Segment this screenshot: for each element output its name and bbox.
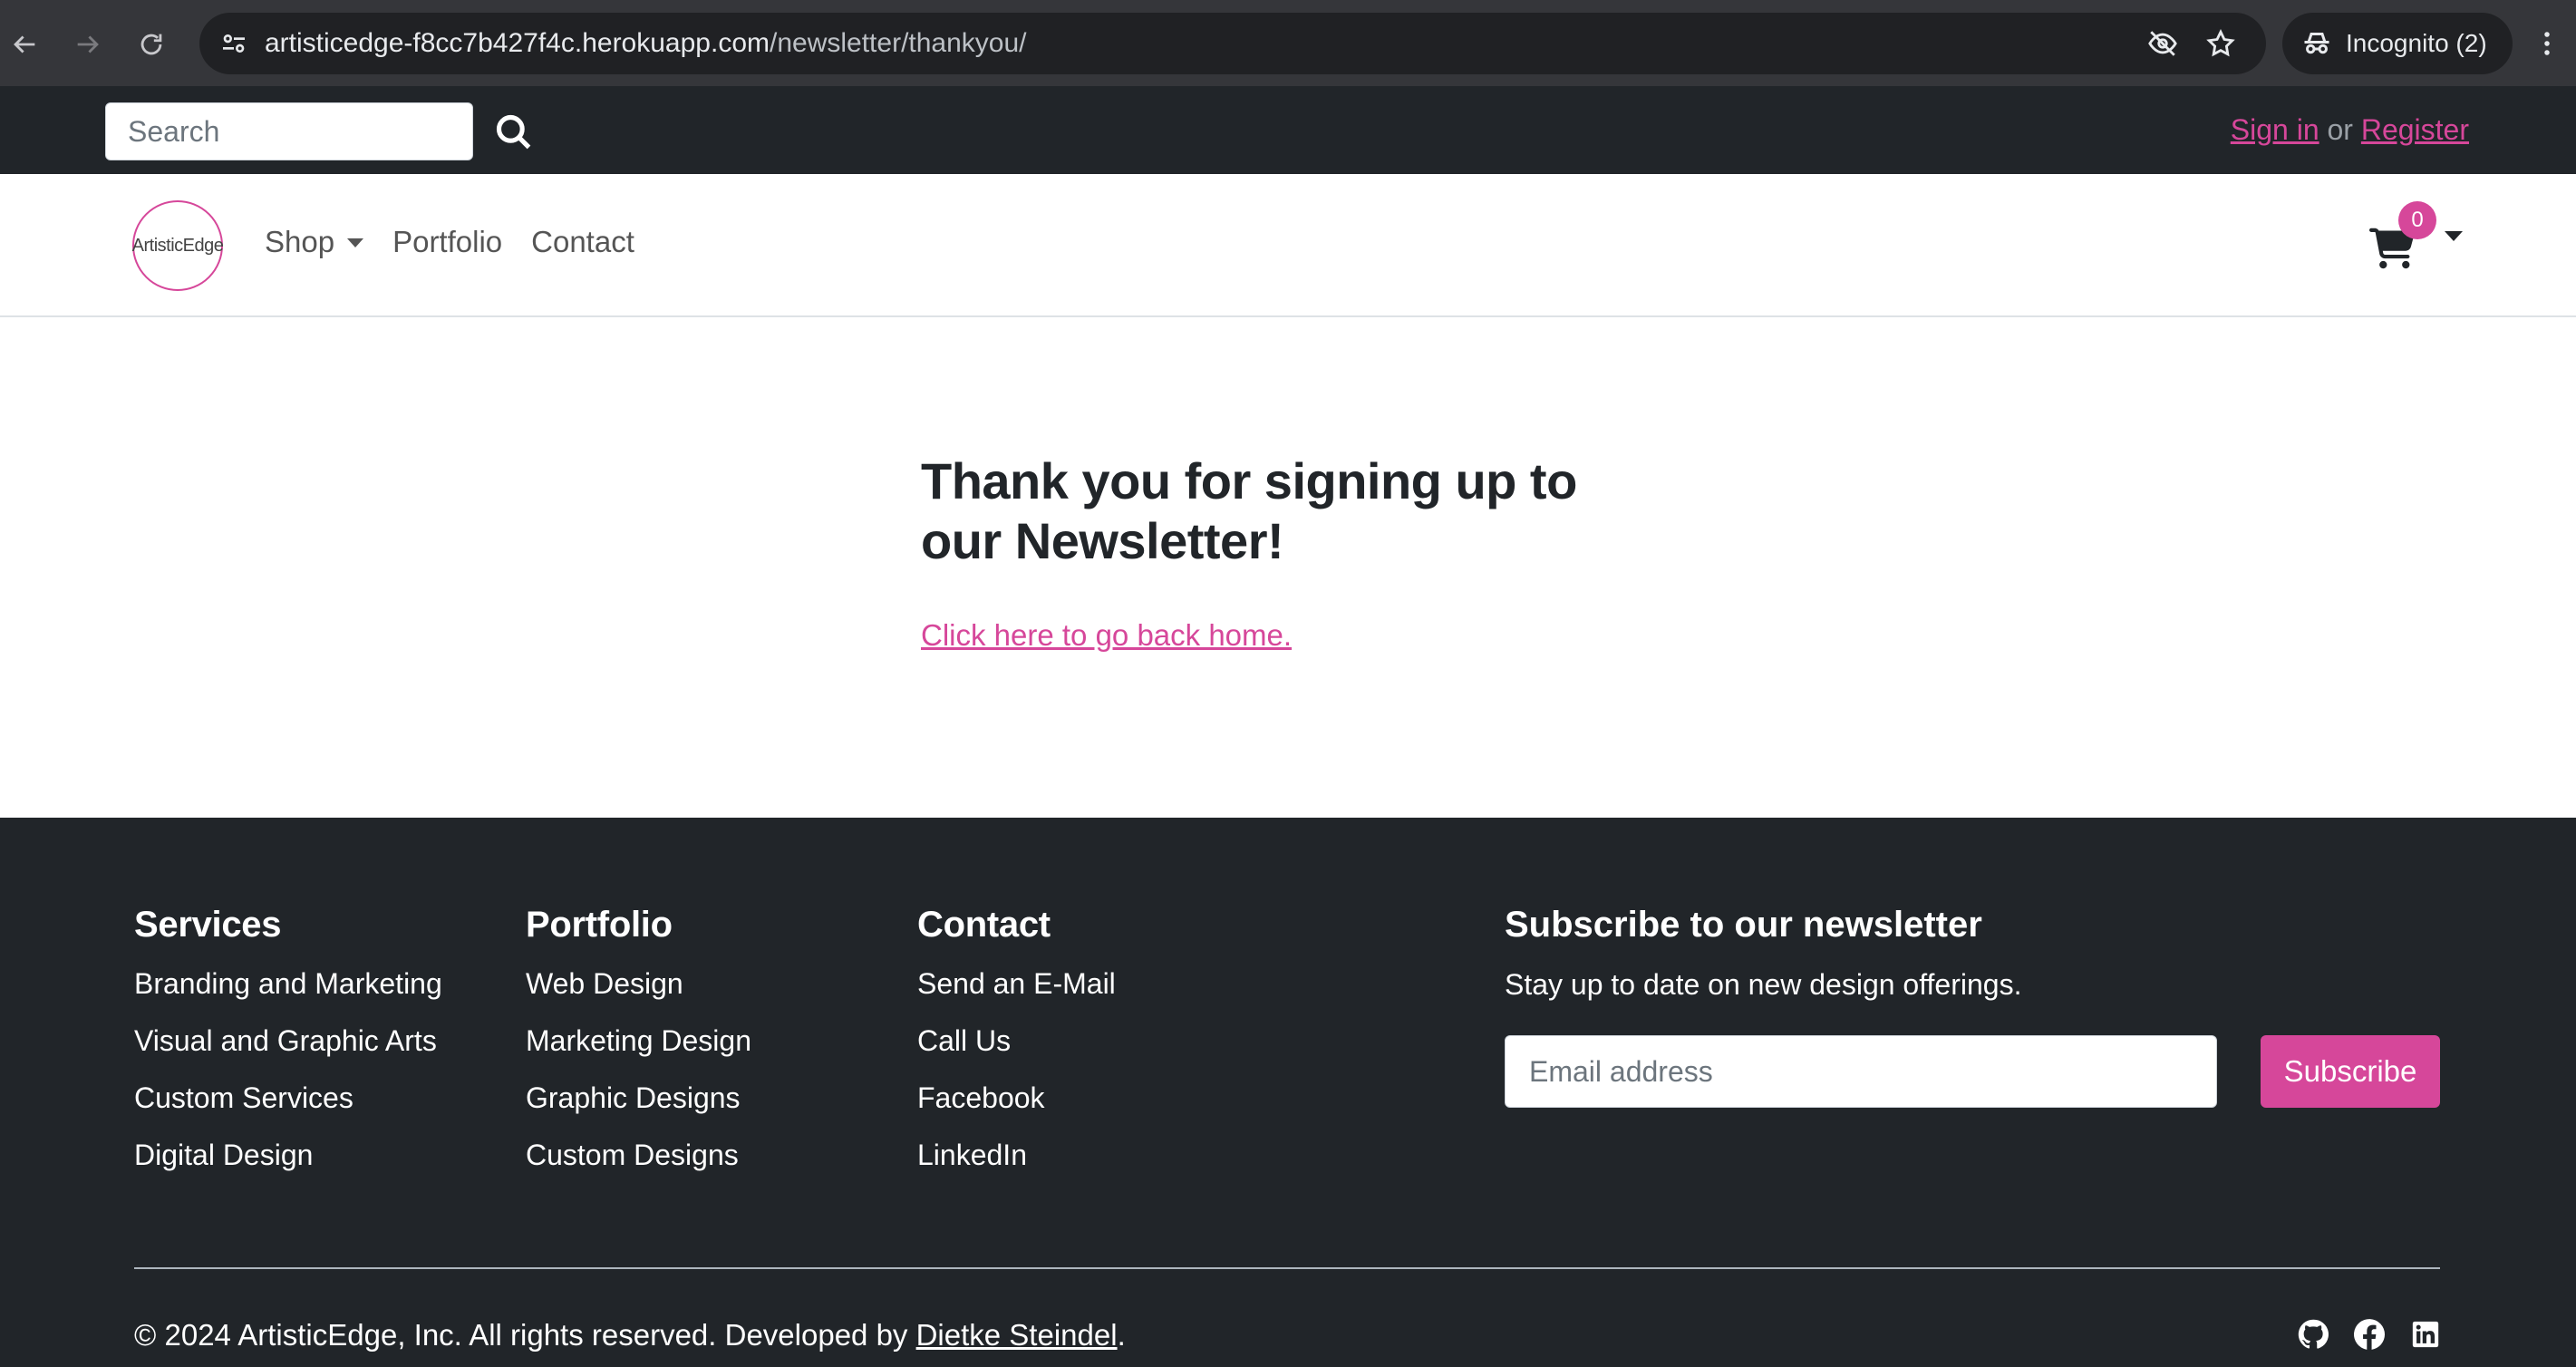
facebook-icon[interactable] <box>2353 1318 2386 1351</box>
copyright-suffix: . <box>1117 1318 1126 1352</box>
sign-in-link[interactable]: Sign in <box>2231 113 2319 146</box>
site-info-icon[interactable] <box>216 25 252 62</box>
footer-link[interactable]: Call Us <box>917 1024 1116 1058</box>
nav-item-label: Portfolio <box>392 225 503 258</box>
nav-item-shop[interactable]: Shop <box>265 225 364 259</box>
page-title: Thank you for signing up to our Newslett… <box>921 452 1577 569</box>
footer-column-title: Contact <box>917 905 1051 945</box>
top-bar: Sign in or Register <box>0 86 2576 174</box>
footer-link[interactable]: Custom Designs <box>526 1139 751 1172</box>
footer-link[interactable]: LinkedIn <box>917 1139 1116 1172</box>
chevron-down-icon <box>347 238 364 247</box>
footer-link[interactable]: Web Design <box>526 967 751 1001</box>
footer-column-contact: Contact Send an E-Mail Call Us Facebook … <box>917 905 1116 1196</box>
copyright: © 2024 ArtisticEdge, Inc. All rights res… <box>134 1318 1126 1352</box>
incognito-icon <box>2304 33 2329 54</box>
browser-toolbar: artisticedge-f8cc7b427f4c.herokuapp.com/… <box>0 0 2576 86</box>
footer-link[interactable]: Marketing Design <box>526 1024 751 1058</box>
auth-or: or <box>2319 113 2361 146</box>
url-text[interactable]: artisticedge-f8cc7b427f4c.herokuapp.com/… <box>265 28 1027 59</box>
footer-column-title: Portfolio <box>526 905 673 945</box>
cart-dropdown-icon[interactable] <box>2445 231 2463 241</box>
nav-links: Shop Portfolio Contact <box>265 225 663 259</box>
footer-divider <box>134 1267 2440 1269</box>
developer-link[interactable]: Dietke Steindel <box>916 1318 1118 1352</box>
nav-item-contact[interactable]: Contact <box>531 225 634 259</box>
footer: Services Branding and Marketing Visual a… <box>0 818 2576 1367</box>
more-icon[interactable] <box>2538 25 2556 62</box>
logo[interactable]: ArtisticEdge <box>131 200 224 291</box>
search-input[interactable] <box>105 102 473 160</box>
home-link[interactable]: Click here to go back home. <box>921 618 1292 653</box>
url-host: artisticedge-f8cc7b427f4c.herokuapp.com <box>265 28 770 58</box>
incognito-label: Incognito (2) <box>2346 29 2487 57</box>
register-link[interactable]: Register <box>2361 113 2469 146</box>
footer-link[interactable]: Custom Services <box>134 1081 442 1115</box>
address-bar[interactable]: artisticedge-f8cc7b427f4c.herokuapp.com/… <box>199 13 2266 74</box>
subscribe-button[interactable]: Subscribe <box>2261 1035 2440 1108</box>
footer-column-portfolio: Portfolio Web Design Marketing Design Gr… <box>526 905 751 1196</box>
auth-links: Sign in or Register <box>2231 113 2469 147</box>
back-icon[interactable] <box>5 25 44 63</box>
footer-link[interactable]: Digital Design <box>134 1139 442 1172</box>
logo-text: ArtisticEdge <box>131 235 224 256</box>
star-icon[interactable] <box>2203 25 2239 62</box>
footer-link[interactable]: Graphic Designs <box>526 1081 751 1115</box>
footer-column-services: Services Branding and Marketing Visual a… <box>134 905 442 1196</box>
eye-off-icon[interactable] <box>2145 25 2181 62</box>
incognito-indicator[interactable]: Incognito (2) <box>2282 13 2513 74</box>
linkedin-icon[interactable] <box>2409 1318 2442 1351</box>
newsletter-subtitle: Stay up to date on new design offerings. <box>1505 968 2022 1001</box>
nav-item-label: Shop <box>265 225 335 258</box>
search-icon[interactable] <box>489 108 538 157</box>
footer-link[interactable]: Branding and Marketing <box>134 967 442 1001</box>
cart-count-badge: 0 <box>2398 201 2436 239</box>
copyright-text: © 2024 ArtisticEdge, Inc. All rights res… <box>134 1318 916 1352</box>
footer-link[interactable]: Visual and Graphic Arts <box>134 1024 442 1058</box>
main-navbar: ArtisticEdge Shop Portfolio Contact <box>0 174 2576 317</box>
nav-item-portfolio[interactable]: Portfolio <box>392 225 502 259</box>
footer-column-title: Services <box>134 905 282 945</box>
url-path: /newsletter/thankyou/ <box>770 28 1027 58</box>
newsletter-title: Subscribe to our newsletter <box>1505 905 1982 945</box>
footer-link[interactable]: Facebook <box>917 1081 1116 1115</box>
footer-link[interactable]: Send an E-Mail <box>917 967 1116 1001</box>
nav-item-label: Contact <box>531 225 634 258</box>
github-icon[interactable] <box>2297 1318 2329 1351</box>
forward-icon[interactable] <box>69 25 107 63</box>
main-content: Thank you for signing up to our Newslett… <box>0 319 2576 818</box>
reload-icon[interactable] <box>132 25 170 63</box>
email-field[interactable] <box>1505 1035 2217 1108</box>
